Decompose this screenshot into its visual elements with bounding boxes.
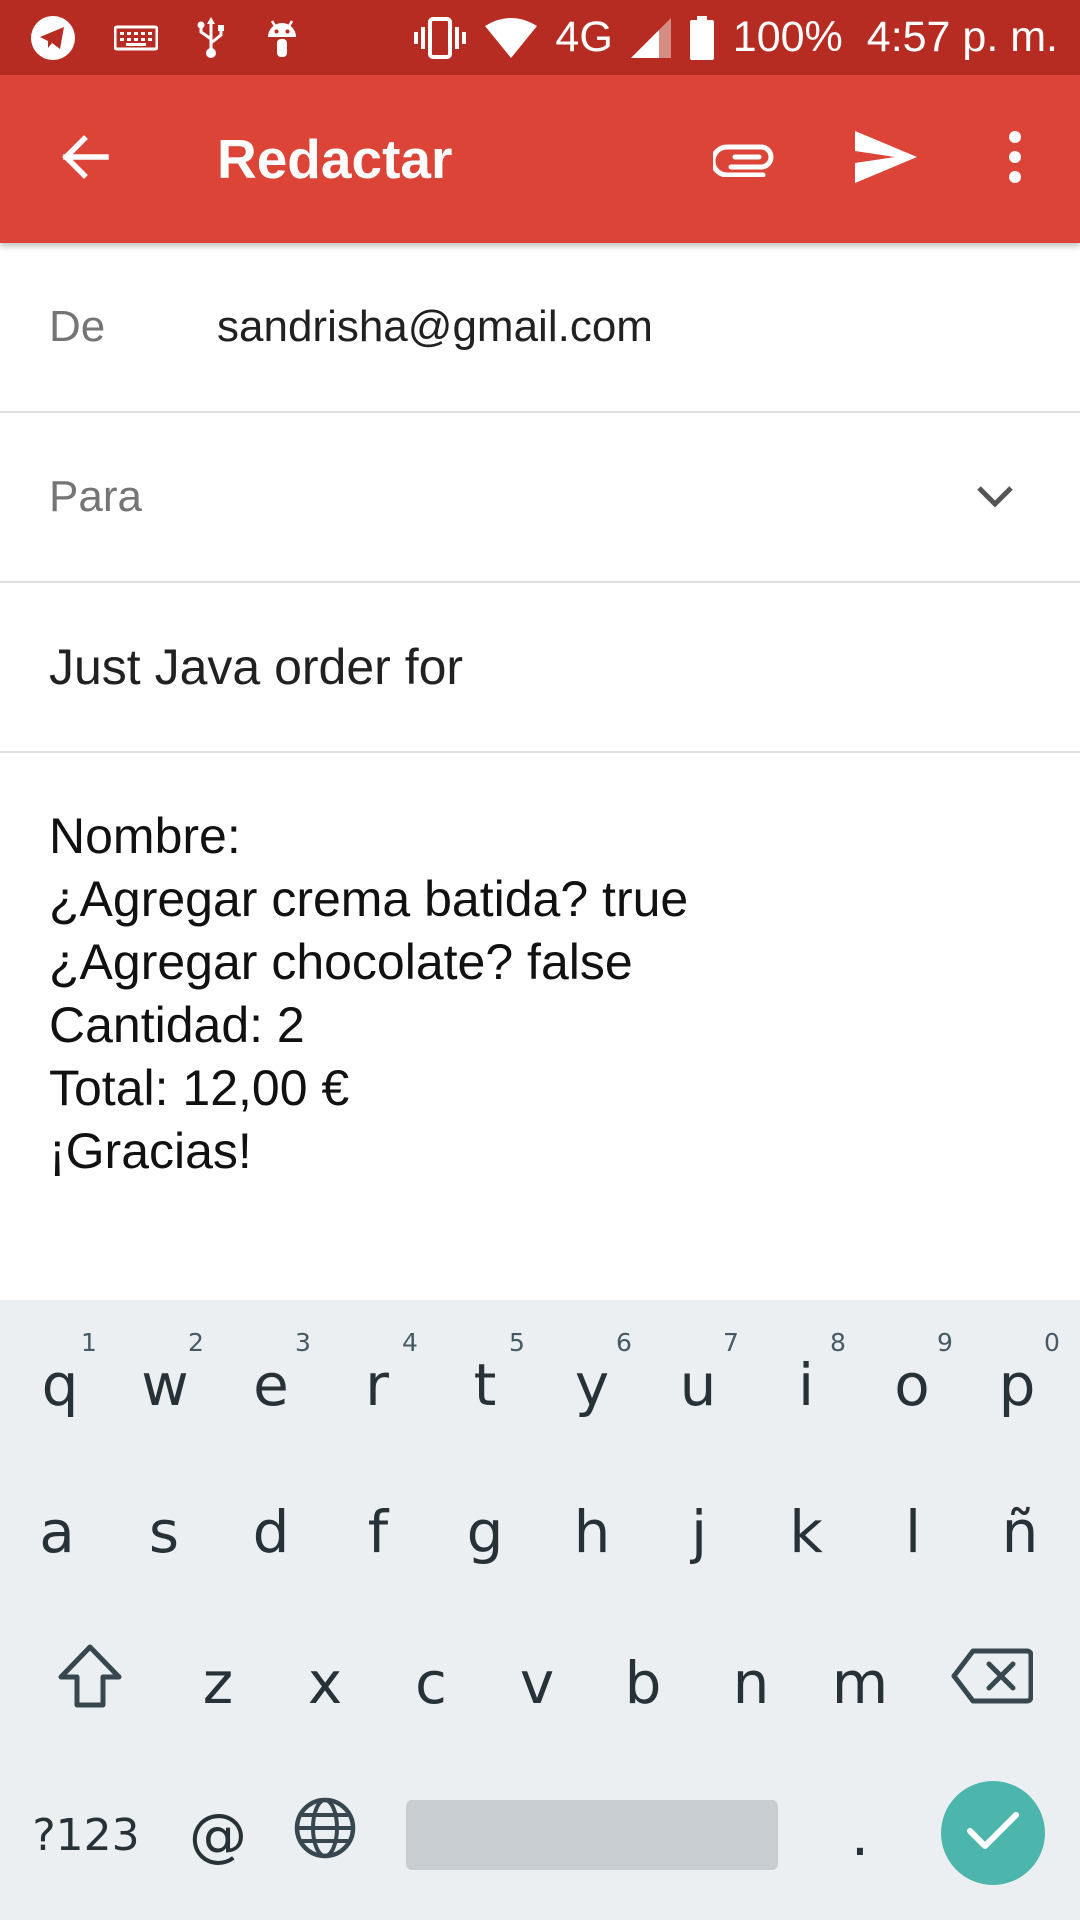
key-hint-6: 6 (616, 1328, 632, 1357)
key-n[interactable]: n (706, 1633, 796, 1733)
signal-icon (630, 17, 671, 58)
chevron-down-icon (975, 483, 1015, 514)
key-s[interactable]: s (119, 1482, 209, 1582)
subject-field[interactable]: Just Java order for (49, 583, 463, 751)
check-icon (965, 1809, 1021, 1858)
send-icon (853, 129, 919, 190)
key-z[interactable]: z (173, 1633, 263, 1733)
globe-icon (293, 1796, 357, 1874)
paperclip-icon (710, 137, 777, 182)
battery-percent: 100% (732, 13, 843, 61)
space-key[interactable] (406, 1800, 778, 1870)
key-n-tilde[interactable]: ñ (975, 1482, 1065, 1582)
key-hint-5: 5 (509, 1328, 525, 1357)
key-l[interactable]: l (868, 1482, 958, 1582)
back-arrow-icon (58, 131, 110, 188)
key-hint-4: 4 (402, 1328, 418, 1357)
from-row[interactable]: De sandrisha@gmail.com (0, 243, 1080, 413)
subject-row[interactable]: Just Java order for (0, 583, 1080, 753)
to-label: Para (49, 472, 142, 521)
app-bar: Redactar (0, 75, 1080, 243)
shift-icon (55, 1643, 125, 1723)
to-field[interactable] (217, 453, 937, 543)
body-line-whipped-cream: ¿Agregar crema batida? true (49, 871, 689, 927)
network-type: 4G (555, 13, 613, 61)
attach-button[interactable] (700, 119, 790, 199)
at-key[interactable]: @ (173, 1785, 263, 1885)
body-line-name: Nombre: (49, 808, 241, 864)
message-body-text: Nombre: ¿Agregar crema batida? true ¿Agr… (49, 805, 688, 1183)
key-g[interactable]: g (440, 1482, 530, 1582)
more-vert-icon (1007, 130, 1023, 188)
from-label: De (49, 302, 106, 351)
status-left-icons (30, 0, 300, 75)
body-line-thanks: ¡Gracias! (49, 1123, 252, 1179)
status-bar: 4G 100% 4:57 p. m. (0, 0, 1080, 75)
key-a[interactable]: a (12, 1482, 102, 1582)
key-x[interactable]: x (280, 1633, 370, 1733)
body-line-total: Total: 12,00 € (49, 1060, 350, 1116)
backspace-icon (951, 1647, 1034, 1719)
message-body[interactable]: Nombre: ¿Agregar crema batida? true ¿Agr… (0, 755, 1080, 1300)
wifi-icon (485, 17, 538, 58)
key-hint-3: 3 (295, 1328, 311, 1357)
key-hint-9: 9 (937, 1328, 953, 1357)
clock: 4:57 p. m. (866, 13, 1058, 61)
status-right-icons: 4G 100% 4:57 p. m. (413, 0, 1058, 75)
language-key[interactable] (280, 1785, 370, 1885)
to-row: Para (0, 413, 1080, 583)
key-b[interactable]: b (598, 1633, 688, 1733)
backspace-key[interactable] (942, 1633, 1042, 1733)
from-account[interactable]: sandrisha@gmail.com (217, 243, 653, 411)
symbols-key[interactable]: ?123 (28, 1785, 144, 1885)
expand-recipients-button[interactable] (960, 468, 1030, 528)
key-m[interactable]: m (815, 1633, 905, 1733)
key-hint-8: 8 (830, 1328, 846, 1357)
back-button[interactable] (44, 119, 124, 199)
key-c[interactable]: c (386, 1633, 476, 1733)
key-v[interactable]: v (492, 1633, 582, 1733)
period-key[interactable]: . (815, 1785, 905, 1885)
key-f[interactable]: f (333, 1482, 423, 1582)
key-k[interactable]: k (761, 1482, 851, 1582)
key-hint-2: 2 (188, 1328, 204, 1357)
page-title: Redactar (217, 128, 453, 190)
telegram-icon (30, 15, 76, 61)
usb-icon (196, 15, 226, 61)
key-hint-7: 7 (723, 1328, 739, 1357)
keyboard-icon (114, 24, 158, 52)
send-button[interactable] (846, 119, 926, 199)
body-line-chocolate: ¿Agregar chocolate? false (49, 934, 633, 990)
vibrate-icon (413, 15, 467, 61)
android-icon (264, 15, 300, 61)
enter-key[interactable] (941, 1781, 1045, 1885)
body-line-quantity: Cantidad: 2 (49, 997, 305, 1053)
key-h[interactable]: h (547, 1482, 637, 1582)
shift-key[interactable] (40, 1633, 140, 1733)
key-j[interactable]: j (654, 1482, 744, 1582)
battery-icon (689, 15, 715, 61)
more-options-button[interactable] (990, 119, 1040, 199)
key-d[interactable]: d (226, 1482, 316, 1582)
key-hint-1: 1 (81, 1328, 97, 1357)
key-hint-0: 0 (1044, 1328, 1060, 1357)
